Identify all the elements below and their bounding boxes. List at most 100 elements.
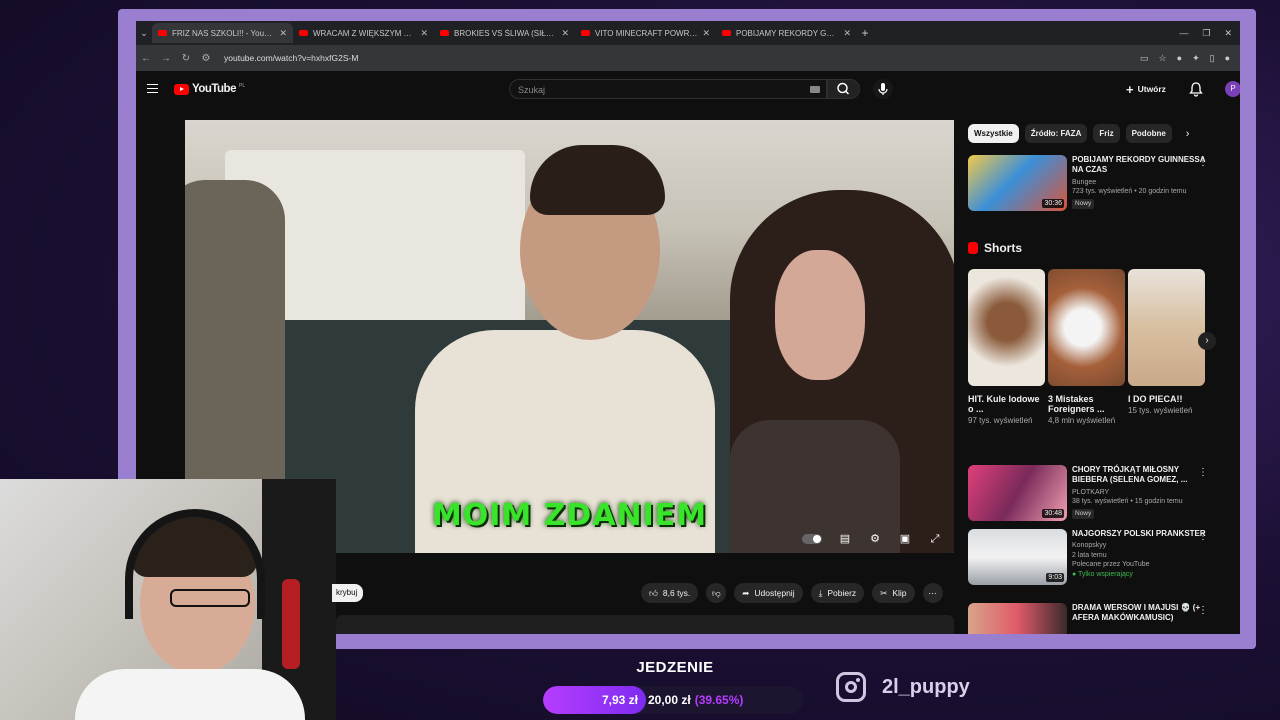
- search-placeholder: Szukaj: [518, 85, 546, 95]
- notifications-button[interactable]: [1189, 81, 1203, 102]
- dislike-button[interactable]: 👎︎: [706, 583, 727, 603]
- more-actions-button[interactable]: ⋯: [922, 583, 943, 603]
- close-tab-icon[interactable]: ✕: [702, 28, 710, 39]
- recommended-video[interactable]: DRAMA WERSOW I MAJUSI 💀 (+ AFERA MAKÓWKA…: [968, 603, 1208, 634]
- close-tab-icon[interactable]: ✕: [843, 28, 851, 39]
- hide-chip-fragment[interactable]: krybuj: [332, 584, 364, 602]
- back-icon[interactable]: ←: [136, 53, 156, 64]
- short-title[interactable]: 3 Mistakes Foreigners ...: [1048, 394, 1125, 414]
- description-box[interactable]: [336, 615, 954, 634]
- create-label: Utwórz: [1137, 84, 1166, 94]
- site-info-icon[interactable]: ⚙: [196, 53, 216, 64]
- bookmark-star-icon[interactable]: ☆: [1159, 53, 1167, 64]
- minimize-icon[interactable]: —: [1179, 28, 1188, 39]
- more-vert-icon[interactable]: ⋮: [1198, 531, 1208, 542]
- close-tab-icon[interactable]: ✕: [279, 28, 287, 39]
- short-item[interactable]: I DO PIECA!! 15 tys. wyświetleń: [1128, 269, 1205, 426]
- thumbs-up-icon: 👍︎: [649, 587, 658, 598]
- profile-icon[interactable]: ●: [1225, 53, 1230, 64]
- keyboard-icon[interactable]: [810, 86, 820, 93]
- filter-chips: Wszystkie Źródło: FAZA Friz Podobne ›: [968, 124, 1189, 143]
- short-title[interactable]: I DO PIECA!!: [1128, 394, 1205, 404]
- search-icon: [837, 82, 850, 95]
- search-input[interactable]: Szukaj: [509, 79, 827, 99]
- forward-icon[interactable]: →: [156, 53, 176, 64]
- video-thumbnail[interactable]: 30:36: [968, 155, 1067, 211]
- reload-icon[interactable]: ↻: [176, 53, 196, 64]
- video-info: POBIJAMY REKORDY GUINNESSA NA CZAS Bunge…: [1072, 155, 1208, 211]
- logo-text: YouTube: [192, 83, 236, 95]
- miniplayer-icon[interactable]: ▣: [898, 533, 912, 545]
- short-thumbnail[interactable]: [1048, 269, 1125, 386]
- chip-similar[interactable]: Podobne: [1125, 124, 1172, 143]
- like-button[interactable]: 👍︎ 8,6 tys.: [641, 583, 699, 603]
- youtube-logo[interactable]: YouTube PL: [174, 83, 245, 95]
- tab-2[interactable]: BROKIES VS ŚLIWA (SIŁOWNIA... ✕: [434, 23, 575, 43]
- close-tab-icon[interactable]: ✕: [561, 28, 569, 39]
- channel-name[interactable]: Konopskyy: [1072, 541, 1208, 550]
- instagram-handle: 2l_puppy: [836, 672, 970, 702]
- channel-name[interactable]: PLOTKARY: [1072, 488, 1208, 497]
- puzzle-icon[interactable]: ✦: [1192, 53, 1200, 64]
- maximize-icon[interactable]: ❐: [1202, 28, 1210, 39]
- player-controls: ▤ ⚙ ▣ ⤢: [802, 533, 942, 545]
- install-app-icon[interactable]: ▭: [1140, 53, 1149, 64]
- tab-4[interactable]: POBIJAMY REKORDY GUINNES... ✕: [716, 23, 857, 43]
- voice-search-button[interactable]: [873, 79, 893, 99]
- video-title[interactable]: CHORY TRÓJKĄT MIŁOSNY BIEBERA (SELENA GO…: [1072, 465, 1208, 486]
- streamer-shirt: [75, 669, 305, 720]
- download-button[interactable]: ⤓ Pobierz: [810, 583, 865, 603]
- short-views: 4,8 mln wyświetleń: [1048, 416, 1116, 425]
- video-thumbnail[interactable]: [968, 603, 1067, 634]
- short-title[interactable]: HIT. Kule lodowe o ...: [968, 394, 1045, 414]
- clip-button[interactable]: ✂ Klip: [872, 583, 915, 603]
- new-tab-icon[interactable]: +: [857, 26, 873, 40]
- video-title[interactable]: POBIJAMY REKORDY GUINNESSA NA CZAS: [1072, 155, 1208, 176]
- account-avatar[interactable]: P: [1225, 81, 1240, 97]
- video-thumbnail[interactable]: 30:48: [968, 465, 1067, 521]
- menu-icon[interactable]: [147, 84, 158, 93]
- tab-0[interactable]: FRIZ NAS SZKOLI!! - YouTube ✕: [152, 23, 293, 43]
- youtube-favicon-icon: [722, 30, 731, 36]
- subtitles-icon[interactable]: ▤: [838, 533, 852, 545]
- tab-1[interactable]: WRACAM Z WIĘKSZYM PRZYT... ✕: [293, 23, 434, 43]
- tab-3[interactable]: VITO MINECRAFT POWRÓCIŁ X... ✕: [575, 23, 716, 43]
- extension-icon[interactable]: ●: [1177, 53, 1182, 64]
- video-title[interactable]: NAJGORSZY POLSKI PRANKSTER: [1072, 529, 1208, 539]
- chip-friz[interactable]: Friz: [1093, 124, 1120, 143]
- fullscreen-icon[interactable]: ⤢: [928, 533, 942, 545]
- video-title[interactable]: DRAMA WERSOW I MAJUSI 💀 (+ AFERA MAKÓWKA…: [1072, 603, 1208, 624]
- tab-search-chevron-icon[interactable]: ⌄: [136, 28, 152, 39]
- create-button[interactable]: + Utwórz: [1126, 79, 1166, 99]
- share-button[interactable]: ➦ Udostępnij: [734, 583, 803, 603]
- video-info: NAJGORSZY POLSKI PRANKSTER Konopskyy 2 l…: [1072, 529, 1208, 585]
- short-item[interactable]: HIT. Kule lodowe o ... 97 tys. wyświetle…: [968, 269, 1045, 426]
- microphone-icon: [878, 83, 888, 95]
- autoplay-toggle[interactable]: [802, 534, 822, 544]
- short-thumbnail[interactable]: [1128, 269, 1205, 386]
- close-window-icon[interactable]: ✕: [1224, 28, 1232, 39]
- short-thumbnail[interactable]: [968, 269, 1045, 386]
- recommended-video[interactable]: 9:03 NAJGORSZY POLSKI PRANKSTER Konopsky…: [968, 529, 1208, 585]
- more-vert-icon[interactable]: ⋮: [1198, 157, 1208, 168]
- channel-name[interactable]: Bungee: [1072, 178, 1208, 187]
- close-tab-icon[interactable]: ✕: [420, 28, 428, 39]
- video-thumbnail[interactable]: 9:03: [968, 529, 1067, 585]
- chevron-right-icon[interactable]: ›: [1186, 128, 1190, 140]
- youtube-favicon-icon: [581, 30, 590, 36]
- chip-all[interactable]: Wszystkie: [968, 124, 1019, 143]
- more-vert-icon[interactable]: ⋮: [1198, 467, 1208, 478]
- recommended-video[interactable]: 30:48 CHORY TRÓJKĄT MIŁOSNY BIEBERA (SEL…: [968, 465, 1208, 521]
- shorts-next-button[interactable]: ›: [1198, 332, 1216, 350]
- video-info: CHORY TRÓJKĄT MIŁOSNY BIEBERA (SELENA GO…: [1072, 465, 1208, 521]
- search-button[interactable]: [827, 79, 860, 99]
- video-info: DRAMA WERSOW I MAJUSI 💀 (+ AFERA MAKÓWKA…: [1072, 603, 1208, 634]
- more-vert-icon[interactable]: ⋮: [1198, 605, 1208, 616]
- url-field[interactable]: youtube.com/watch?v=hxhxfG2S-M: [224, 53, 1140, 63]
- settings-gear-icon[interactable]: ⚙: [868, 533, 882, 545]
- chip-source[interactable]: Źródło: FAZA: [1024, 124, 1088, 143]
- recommended-video[interactable]: 30:36 POBIJAMY REKORDY GUINNESSA NA CZAS…: [968, 155, 1208, 211]
- webcam-overlay: [0, 479, 336, 720]
- sidebar-icon[interactable]: ▯: [1210, 53, 1215, 64]
- short-item[interactable]: 3 Mistakes Foreigners ... 4,8 mln wyświe…: [1048, 269, 1125, 426]
